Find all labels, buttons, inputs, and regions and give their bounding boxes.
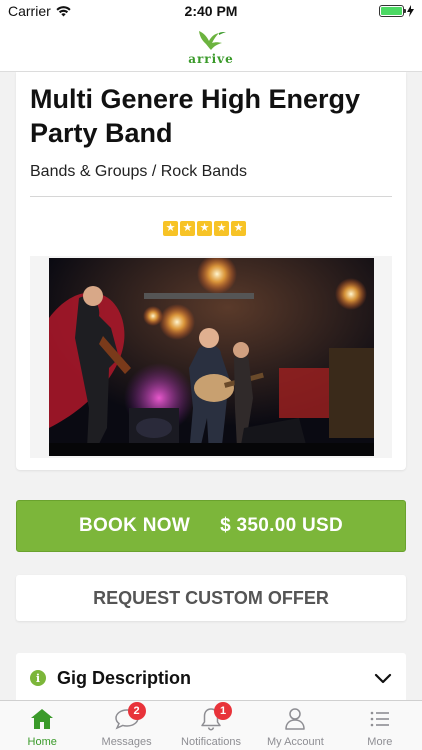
chevron-down-icon[interactable] bbox=[374, 672, 392, 684]
tab-notifications[interactable]: 1 Notifications bbox=[169, 701, 253, 750]
messages-badge: 2 bbox=[127, 702, 146, 720]
tab-messages[interactable]: 2 Messages bbox=[84, 701, 168, 750]
notifications-badge: 1 bbox=[214, 702, 233, 720]
wifi-icon bbox=[56, 5, 71, 16]
charging-icon bbox=[407, 5, 414, 17]
book-now-label: BOOK NOW bbox=[78, 515, 191, 536]
star-icon: ★ bbox=[180, 221, 195, 236]
app-header: arrive bbox=[0, 22, 422, 72]
tab-label: Messages bbox=[101, 736, 152, 748]
tab-label: More bbox=[367, 736, 393, 748]
price-label: $ 350.00 USD bbox=[220, 515, 344, 536]
tab-label: My Account bbox=[266, 736, 324, 748]
gig-photo[interactable] bbox=[49, 258, 374, 456]
tab-label: Notifications bbox=[181, 736, 241, 748]
star-icon: ★ bbox=[197, 221, 212, 236]
request-custom-offer-button[interactable]: REQUEST CUSTOM OFFER bbox=[16, 575, 406, 621]
info-icon: i bbox=[30, 670, 46, 686]
gig-card: Multi Genere High Energy Party Band Band… bbox=[16, 72, 406, 470]
gig-photo-frame bbox=[30, 256, 392, 458]
status-bar: Carrier 2:40 PM bbox=[0, 0, 422, 22]
tab-more[interactable]: More bbox=[338, 701, 422, 750]
divider bbox=[30, 196, 392, 197]
logo: arrive bbox=[188, 28, 234, 66]
tab-my-account[interactable]: My Account bbox=[253, 701, 337, 750]
logo-text: arrive bbox=[188, 51, 234, 66]
user-icon bbox=[285, 708, 306, 730]
star-rating: ★ ★ ★ ★ ★ bbox=[163, 221, 246, 236]
star-icon: ★ bbox=[163, 221, 178, 236]
gig-title: Multi Genere High Energy Party Band bbox=[30, 84, 361, 148]
book-now-button[interactable]: BOOK NOW $ 350.00 USD bbox=[16, 500, 406, 552]
star-icon: ★ bbox=[214, 221, 229, 236]
tab-bar: Home 2 Messages 1 Notifications My Accou… bbox=[0, 700, 422, 750]
battery-icon bbox=[379, 5, 406, 17]
list-icon bbox=[370, 711, 389, 727]
home-icon bbox=[31, 709, 54, 729]
hummingbird-icon bbox=[199, 30, 226, 50]
tab-label: Home bbox=[27, 736, 57, 748]
gig-description-title: Gig Description bbox=[57, 667, 192, 688]
star-icon: ★ bbox=[231, 221, 246, 236]
carrier-label: Carrier bbox=[8, 3, 51, 19]
gig-category[interactable]: Bands & Groups / Rock Bands bbox=[30, 163, 247, 181]
gig-description-header[interactable]: i Gig Description bbox=[16, 653, 406, 703]
tab-home[interactable]: Home bbox=[0, 701, 84, 750]
